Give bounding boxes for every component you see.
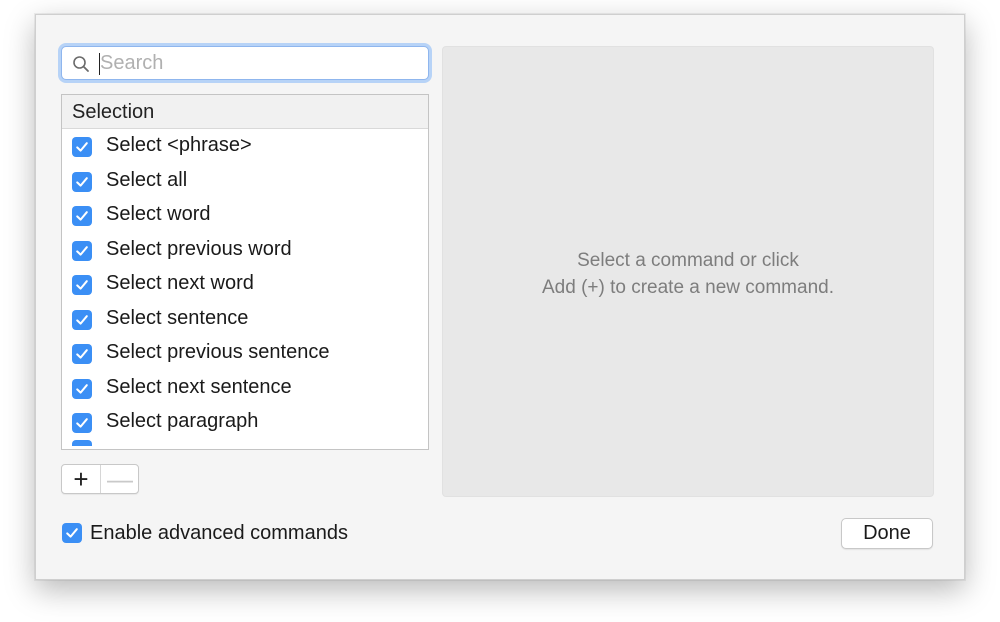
- checkmark-icon: [76, 142, 88, 152]
- command-enabled-checkbox[interactable]: [72, 171, 92, 192]
- list-item[interactable]: Select paragraph: [62, 405, 428, 440]
- list-item[interactable]: Select word: [62, 198, 428, 233]
- search-field[interactable]: [61, 46, 429, 80]
- command-enabled-checkbox[interactable]: [72, 378, 92, 399]
- checkmark-icon: [76, 349, 88, 359]
- command-enabled-checkbox[interactable]: [72, 206, 92, 226]
- list-item[interactable]: Select next word: [62, 267, 428, 302]
- command-enabled-checkbox[interactable]: [72, 275, 92, 295]
- add-remove-control: + —: [61, 464, 139, 494]
- command-label: Select sentence: [106, 306, 249, 329]
- checkmark-icon: [66, 528, 78, 538]
- list-item[interactable]: Select <phrase>: [62, 129, 428, 164]
- empty-state-line-1: Select a command or click: [577, 250, 799, 271]
- checkmark-icon: [76, 314, 88, 325]
- command-label: Select <phrase>: [106, 134, 252, 156]
- list-item-partial: [62, 439, 428, 450]
- empty-state-line-2: Add (+) to create a new command.: [541, 277, 834, 298]
- checkmark-icon: [76, 383, 88, 394]
- checkmark-icon: [76, 176, 88, 187]
- command-label: Select word: [106, 203, 211, 225]
- list-item[interactable]: Select previous sentence: [62, 336, 428, 371]
- list-item[interactable]: Select previous word: [62, 233, 428, 268]
- text-caret: [99, 53, 100, 75]
- list-item[interactable]: Select all: [62, 164, 428, 199]
- command-enabled-checkbox[interactable]: [72, 137, 92, 157]
- command-enabled-checkbox[interactable]: [72, 344, 92, 364]
- command-label: Select previous word: [106, 237, 292, 260]
- list-item[interactable]: Select sentence: [62, 302, 428, 337]
- command-label: Select previous sentence: [106, 341, 330, 363]
- command-detail-panel: Select a command or click Add (+) to cre…: [442, 46, 934, 497]
- enable-advanced-checkbox[interactable]: [62, 523, 82, 543]
- search-input[interactable]: [98, 51, 420, 75]
- search-icon: [73, 56, 89, 72]
- checkmark-icon: [76, 245, 88, 256]
- voice-commands-dialog: Selection Select <phrase> Select all Selec…: [35, 14, 965, 580]
- list-item[interactable]: Select next sentence: [62, 371, 428, 406]
- command-list[interactable]: Selection Select <phrase> Select all Selec…: [61, 94, 429, 450]
- command-enabled-checkbox[interactable]: [72, 240, 92, 261]
- done-button[interactable]: Done: [841, 518, 933, 549]
- list-section-header: Selection: [62, 95, 428, 129]
- checkmark-icon: [76, 280, 88, 290]
- remove-command-button[interactable]: —: [101, 465, 139, 493]
- command-label: Select next sentence: [106, 375, 292, 398]
- checkbox-partial: [72, 439, 92, 446]
- add-command-button[interactable]: +: [62, 465, 101, 493]
- enable-advanced-label[interactable]: Enable advanced commands: [90, 522, 348, 545]
- command-label: Select paragraph: [106, 410, 259, 432]
- checkmark-icon: [76, 211, 88, 221]
- empty-state-message: Select a command or click Add (+) to cre…: [443, 247, 933, 301]
- checkmark-icon: [76, 418, 88, 428]
- command-label: Select all: [106, 168, 188, 191]
- command-enabled-checkbox[interactable]: [72, 413, 92, 433]
- command-enabled-checkbox[interactable]: [72, 309, 92, 330]
- command-label: Select next word: [106, 272, 254, 294]
